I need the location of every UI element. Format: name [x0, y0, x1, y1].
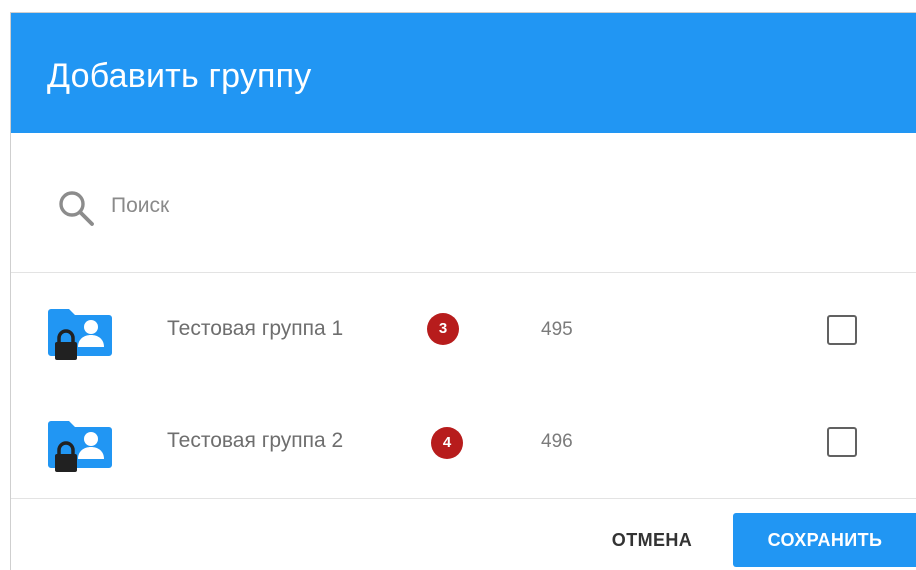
save-button[interactable]: СОХРАНИТЬ — [733, 513, 916, 567]
search-bar — [11, 133, 916, 273]
group-row[interactable]: Тестовая группа 2 4 496 — [11, 385, 916, 497]
group-name: Тестовая группа 2 — [167, 429, 344, 452]
group-count-badge: 3 — [427, 313, 459, 345]
locked-group-folder-icon — [48, 309, 112, 360]
group-count-badge: 4 — [431, 427, 463, 459]
group-id: 495 — [541, 319, 573, 340]
dialog-header: Добавить группу — [11, 13, 916, 133]
cancel-button[interactable]: ОТМЕНА — [597, 513, 707, 567]
group-select-checkbox[interactable] — [827, 427, 857, 457]
dialog-title: Добавить группу — [47, 57, 312, 95]
locked-group-folder-icon — [48, 421, 112, 472]
search-input[interactable] — [111, 191, 711, 221]
group-list: Тестовая группа 1 3 495 Тестовая группа … — [11, 273, 916, 499]
group-select-checkbox[interactable] — [827, 315, 857, 345]
dialog-footer: ОТМЕНА СОХРАНИТЬ — [11, 499, 916, 570]
group-id: 496 — [541, 431, 573, 452]
add-group-dialog: Добавить группу Тестовая группа 1 3 495 — [10, 12, 916, 570]
search-icon — [59, 191, 94, 226]
group-name: Тестовая группа 1 — [167, 317, 344, 340]
group-row[interactable]: Тестовая группа 1 3 495 — [11, 273, 916, 385]
